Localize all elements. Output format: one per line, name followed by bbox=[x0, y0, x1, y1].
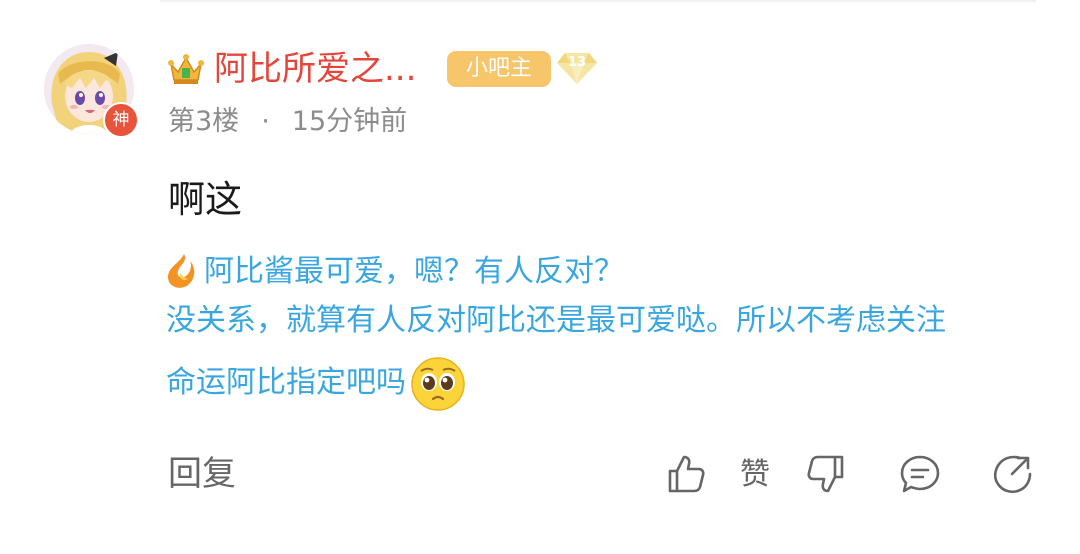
like-button[interactable] bbox=[664, 452, 708, 496]
signature-line-2: 没关系，就算有人反对阿比还是最可爱哒。所以不考虑关注 bbox=[166, 303, 946, 338]
signature-line-1: 阿比酱最可爱，嗯？有人反对？ bbox=[166, 250, 1046, 294]
share-icon bbox=[993, 455, 1032, 494]
signature[interactable]: 阿比酱最可爱，嗯？有人反对？ 没关系，就算有人反对阿比还是最可爱哒。所以不考虑关… bbox=[166, 250, 1046, 415]
post-content: 啊这 bbox=[168, 178, 242, 221]
god-badge: 神 bbox=[103, 102, 139, 138]
dislike-button[interactable] bbox=[804, 452, 848, 496]
thumbs-down-icon bbox=[807, 455, 844, 493]
signature-text-3: 命运阿比指定吧吗 bbox=[166, 365, 406, 400]
signature-line-3: 命运阿比指定吧吗 bbox=[166, 351, 1046, 415]
top-divider bbox=[160, 0, 1036, 2]
post-time: 15分钟前 bbox=[291, 106, 408, 137]
post-meta: 第3楼 · 15分钟前 bbox=[168, 104, 407, 140]
role-badge: 小吧主 bbox=[447, 51, 551, 87]
crown-icon bbox=[168, 54, 204, 84]
username[interactable]: 阿比所爱之... bbox=[214, 46, 416, 92]
meta-separator: · bbox=[261, 106, 270, 137]
floor-label: 第3楼 bbox=[168, 106, 240, 137]
thumbs-up-icon bbox=[668, 455, 705, 493]
flame-icon bbox=[168, 254, 195, 288]
level-number: 13 bbox=[567, 55, 587, 70]
comment-button[interactable] bbox=[898, 452, 942, 496]
comment-icon bbox=[900, 455, 940, 493]
signature-text-1: 阿比酱最可爱，嗯？有人反对？ bbox=[204, 254, 624, 289]
like-label[interactable]: 赞 bbox=[740, 456, 770, 494]
reply-button[interactable]: 回复 bbox=[168, 452, 236, 496]
share-button[interactable] bbox=[990, 452, 1034, 496]
pleading-emoji-icon bbox=[411, 356, 465, 411]
